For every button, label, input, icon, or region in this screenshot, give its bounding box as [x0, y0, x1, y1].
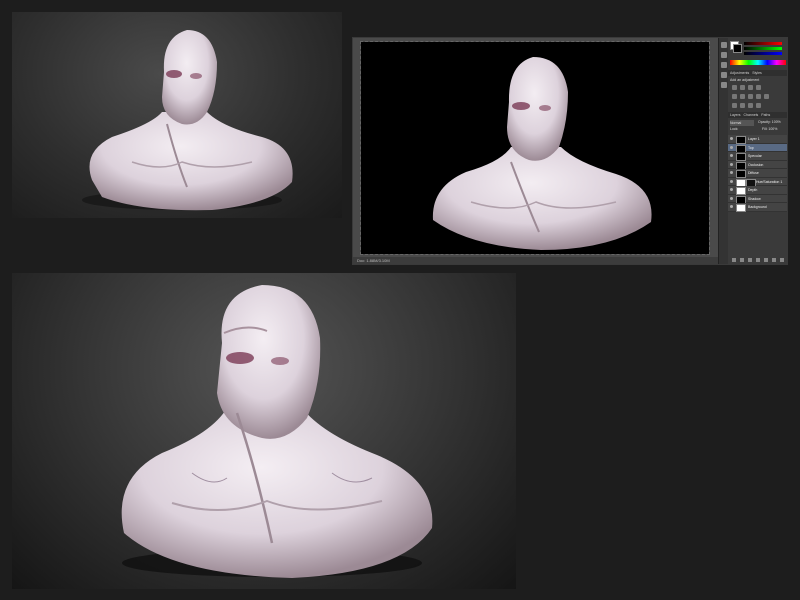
exposure-icon[interactable]: [756, 85, 761, 90]
layer-name: Top: [748, 145, 754, 150]
layer-row[interactable]: Background: [728, 203, 787, 212]
eye-icon[interactable]: [730, 179, 733, 183]
right-panels: Adjustments Styles Add an adjustment Lay…: [728, 38, 787, 264]
new-group-icon[interactable]: [764, 258, 768, 262]
chest-shape: [89, 112, 293, 211]
layers-tabs: Layers Channels Paths: [728, 112, 787, 118]
navigator-icon[interactable]: [721, 82, 727, 88]
tab-paths[interactable]: Paths: [761, 113, 770, 117]
eye-icon[interactable]: [730, 196, 733, 200]
render-preview-large: [12, 273, 516, 589]
photo-filter-icon[interactable]: [764, 94, 769, 99]
lock-label: Lock:: [730, 127, 739, 131]
layer-name: Depth: [748, 188, 758, 192]
eye-right: [539, 105, 551, 111]
canvas-area: Doc: 1.88M/3.10M: [353, 38, 718, 264]
layer-name: Layer 1: [748, 137, 760, 141]
tab-adjustments[interactable]: Adjustments: [730, 71, 749, 75]
layer-thumbnail: [736, 204, 746, 212]
layer-name: Shadow: [748, 196, 761, 201]
layer-name: Hue/Saturation 1: [756, 179, 783, 184]
brightness-icon[interactable]: [732, 85, 737, 90]
render-preview-small: [12, 12, 342, 218]
hue-saturation-icon[interactable]: [740, 94, 745, 99]
eye-icon[interactable]: [730, 162, 733, 166]
history-icon[interactable]: [721, 42, 727, 48]
document-canvas[interactable]: [360, 41, 710, 255]
tab-channels[interactable]: Channels: [744, 113, 759, 117]
levels-icon[interactable]: [740, 85, 745, 90]
tab-styles[interactable]: Styles: [752, 71, 762, 75]
eye-icon[interactable]: [730, 205, 733, 208]
blend-mode-select[interactable]: Normal: [730, 120, 754, 126]
layer-row[interactable]: Hue/Saturation 1: [728, 177, 787, 187]
status-bar: Doc: 1.88M/3.10M: [353, 257, 718, 264]
add-mask-icon[interactable]: [748, 258, 752, 262]
opacity-field[interactable]: Opacity: 100%: [758, 120, 781, 124]
color-ramp[interactable]: [730, 60, 786, 65]
new-layer-icon[interactable]: [772, 258, 776, 262]
background-color-swatch[interactable]: [733, 44, 742, 53]
layer-row[interactable]: Layer 1: [728, 135, 787, 144]
eye-left: [226, 352, 254, 364]
link-layers-icon[interactable]: [732, 258, 736, 262]
eye-icon[interactable]: [730, 154, 733, 157]
bust-sculpt-cutout: [432, 57, 652, 250]
vibrance-icon[interactable]: [732, 94, 737, 99]
chest-shape: [432, 147, 652, 250]
threshold-icon[interactable]: [748, 103, 753, 108]
blue-slider[interactable]: [744, 52, 782, 55]
red-slider[interactable]: [744, 42, 782, 45]
eye-left: [512, 102, 530, 110]
layer-row[interactable]: Occlusion: [728, 160, 787, 170]
color-balance-icon[interactable]: [748, 94, 753, 99]
bust-sculpt-large: [121, 285, 433, 578]
layer-row[interactable]: Diffuse: [728, 169, 787, 178]
eye-icon[interactable]: [730, 171, 733, 174]
curves-icon[interactable]: [748, 85, 753, 90]
gradient-map-icon[interactable]: [756, 103, 761, 108]
layer-row[interactable]: Shadow: [728, 194, 787, 204]
layer-name: Occlusion: [748, 162, 764, 167]
tab-layers[interactable]: Layers: [730, 113, 741, 117]
fill-field[interactable]: Fill: 100%: [762, 127, 777, 131]
invert-icon[interactable]: [732, 103, 737, 108]
layer-row[interactable]: Top: [728, 143, 787, 153]
eye-icon[interactable]: [730, 188, 733, 191]
trash-icon[interactable]: [780, 258, 784, 262]
add-adjustment-label: Add an adjustment: [730, 78, 760, 82]
bust-sculpt-small: [82, 30, 293, 211]
new-adjustment-icon[interactable]: [756, 258, 760, 262]
eye-right: [271, 357, 289, 365]
green-slider[interactable]: [744, 47, 782, 50]
doc-size-text: Doc: 1.88M/3.10M: [357, 258, 390, 263]
brush-icon[interactable]: [721, 62, 727, 68]
photoshop-window: Doc: 1.88M/3.10M Adjustments Styles Add …: [352, 37, 788, 265]
posterize-icon[interactable]: [740, 103, 745, 108]
black-white-icon[interactable]: [756, 94, 761, 99]
adjustments-tabs: Adjustments Styles: [728, 70, 787, 76]
eye-right: [190, 73, 202, 79]
layer-style-icon[interactable]: [740, 258, 744, 262]
layer-row[interactable]: Depth: [728, 186, 787, 195]
layer-name: Diffuse: [748, 171, 759, 175]
layer-name: Specular: [748, 154, 762, 158]
info-icon[interactable]: [721, 72, 727, 78]
layer-row[interactable]: Specular: [728, 152, 787, 161]
layer-name: Background: [748, 205, 767, 209]
eye-icon[interactable]: [730, 145, 733, 149]
character-icon[interactable]: [721, 52, 727, 58]
eye-left: [166, 70, 182, 78]
eye-icon[interactable]: [730, 137, 733, 140]
